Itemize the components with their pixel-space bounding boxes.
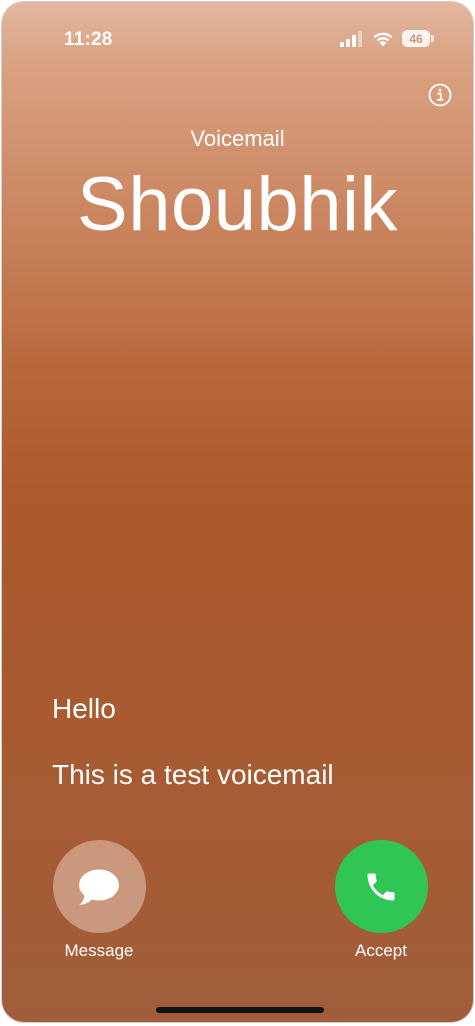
call-subtitle: Voicemail bbox=[190, 126, 285, 151]
phone-icon bbox=[367, 873, 395, 900]
voicemail-transcript: Hello This is a test voicemail bbox=[52, 692, 443, 792]
wifi-icon bbox=[373, 32, 393, 47]
message-action: Message bbox=[44, 840, 154, 961]
info-icon[interactable] bbox=[428, 83, 452, 107]
accept-label: Accept bbox=[355, 941, 407, 960]
battery-tip bbox=[431, 35, 434, 42]
transcript-line: This is a test voicemail bbox=[52, 759, 334, 790]
voicemail-screen: 11:28 46 Voicemail Shoubhik Hello This i… bbox=[2, 2, 473, 1022]
status-time: 11:28 bbox=[64, 29, 113, 50]
message-label: Message bbox=[64, 941, 134, 960]
caller-name: Shoubhik bbox=[77, 162, 398, 247]
battery-icon: 46 bbox=[402, 30, 435, 47]
message-bubble-icon bbox=[79, 869, 119, 905]
home-indicator[interactable] bbox=[156, 1007, 324, 1013]
signal-icon bbox=[340, 31, 362, 47]
accept-action: Accept bbox=[326, 840, 436, 961]
message-button[interactable] bbox=[52, 840, 146, 933]
battery-level: 46 bbox=[402, 30, 430, 47]
accept-button[interactable] bbox=[334, 840, 428, 933]
status-bar: 11:28 46 bbox=[2, 2, 473, 62]
transcript-line: Hello bbox=[52, 693, 116, 724]
